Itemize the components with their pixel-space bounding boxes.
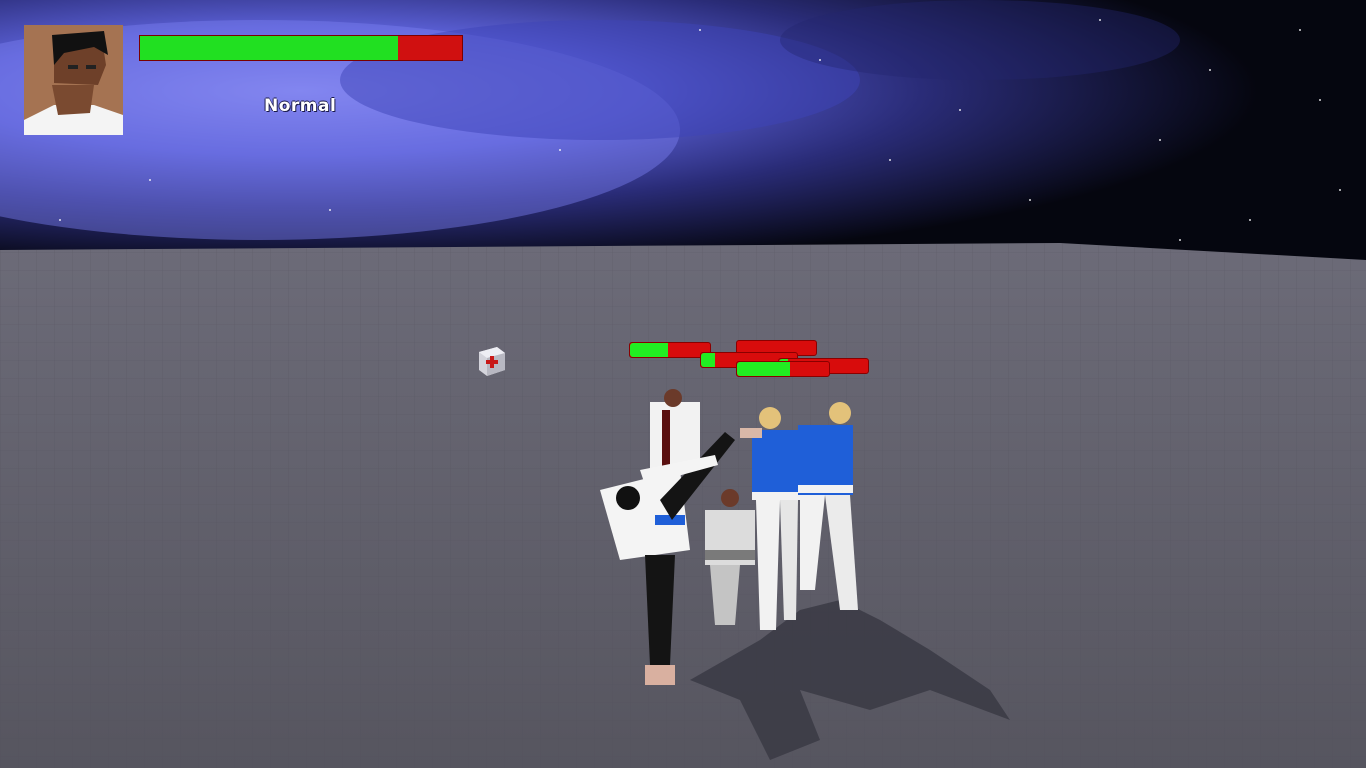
player-portrait [24,25,123,135]
player-health-bar [139,35,463,61]
game-scene [0,0,1366,768]
player-health-fill [140,36,398,60]
difficulty-label: Normal [264,96,337,116]
enemy-health-bar [736,361,830,377]
enemy-health-fill [630,343,669,357]
health-pack-pickup [477,346,507,377]
red-cross-icon [479,347,505,376]
enemy-health-fill [701,353,716,367]
enemy-health-bar [629,342,711,358]
enemy-health-fill [737,362,791,376]
